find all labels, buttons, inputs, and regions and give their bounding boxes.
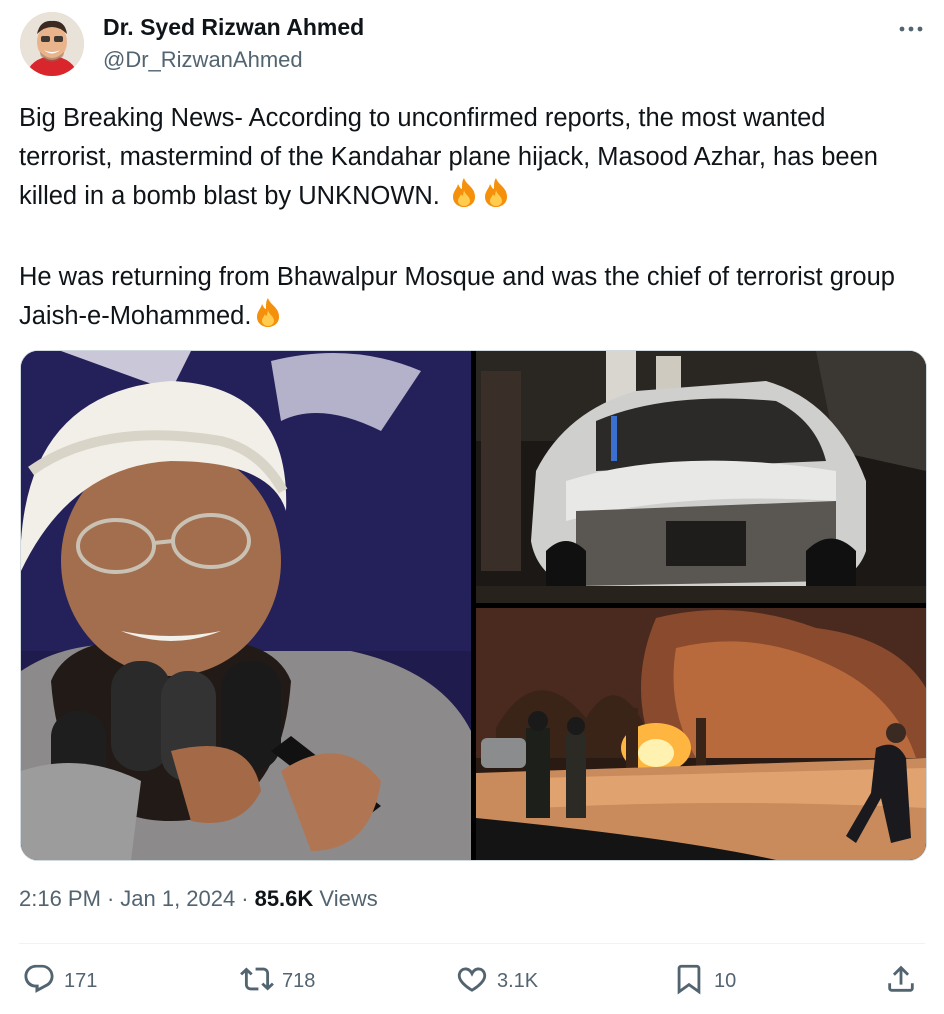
views-label: Views bbox=[319, 886, 378, 911]
share-button[interactable] bbox=[884, 962, 918, 1000]
wrecked-car-photo[interactable] bbox=[476, 351, 926, 603]
tweet: Dr. Syed Rizwan Ahmed @Dr_RizwanAhmed Bi… bbox=[0, 0, 944, 1014]
reply-icon bbox=[22, 962, 56, 1001]
like-count: 3.1K bbox=[497, 969, 539, 992]
author-name[interactable]: Dr. Syed Rizwan Ahmed bbox=[103, 14, 364, 41]
tweet-paragraph-2: He was returning from Bhawalpur Mosque a… bbox=[19, 258, 924, 340]
meta-separator: · bbox=[106, 886, 115, 911]
meta-separator: · bbox=[241, 886, 249, 911]
fire-icon bbox=[449, 176, 479, 220]
repost-button[interactable]: 718 bbox=[240, 962, 315, 1000]
avatar-image bbox=[20, 12, 84, 76]
explosion-fire-photo[interactable] bbox=[476, 608, 926, 860]
divider bbox=[19, 943, 925, 944]
tweet-time[interactable]: 2:16 PM bbox=[19, 886, 101, 911]
bookmark-count: 10 bbox=[714, 969, 737, 992]
tweet-meta: 2:16 PM · Jan 1, 2024 · 85.6K Views bbox=[19, 886, 378, 912]
reply-count: 171 bbox=[64, 969, 98, 992]
author-handle[interactable]: @Dr_RizwanAhmed bbox=[103, 47, 303, 73]
like-button[interactable]: 3.1K bbox=[455, 962, 538, 1000]
more-options-icon[interactable] bbox=[896, 18, 926, 40]
reply-button[interactable]: 171 bbox=[22, 962, 97, 1000]
tweet-paragraph-2-text: He was returning from Bhawalpur Mosque a… bbox=[19, 262, 895, 331]
heart-icon bbox=[455, 962, 489, 1001]
fire-icon bbox=[253, 296, 283, 340]
bookmark-button[interactable]: 10 bbox=[672, 962, 736, 1000]
tweet-date[interactable]: Jan 1, 2024 bbox=[120, 886, 235, 911]
views-count: 85.6K bbox=[254, 886, 314, 911]
share-icon bbox=[884, 962, 918, 1001]
fire-icon bbox=[481, 176, 511, 220]
man-with-microphones-photo[interactable] bbox=[21, 351, 471, 860]
bookmark-icon bbox=[672, 962, 706, 1001]
media-grid bbox=[20, 350, 927, 861]
tweet-paragraph-1: Big Breaking News- According to unconfir… bbox=[19, 99, 924, 220]
repost-count: 718 bbox=[282, 969, 316, 992]
avatar[interactable] bbox=[20, 12, 84, 76]
tweet-text: Big Breaking News- According to unconfir… bbox=[19, 99, 924, 340]
repost-icon bbox=[240, 962, 274, 1001]
